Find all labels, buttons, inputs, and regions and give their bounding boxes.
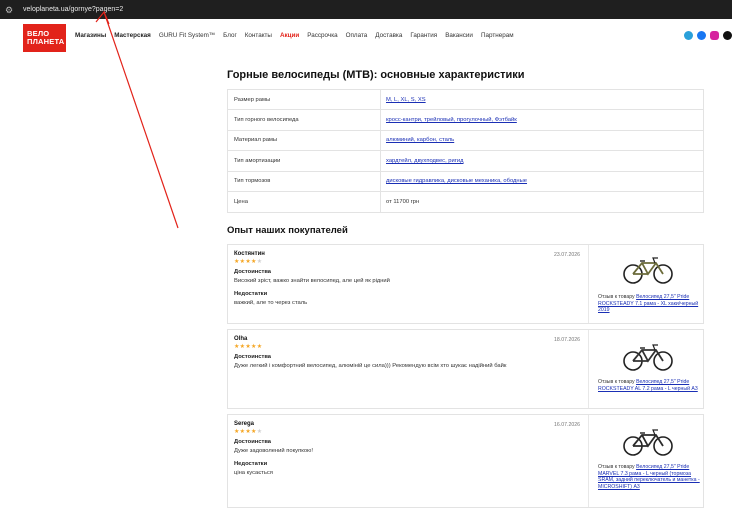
specs-heading: Горные велосипеды (MTB): основные характ…: [227, 69, 525, 81]
review-card: Костянтин ★★★★★ Достоинства Високий зріс…: [227, 244, 704, 324]
review-product: Отзыв к товару Велосипед 27,5" Pride ROC…: [590, 245, 704, 323]
bike-image[interactable]: [622, 425, 674, 457]
nav-item-payment[interactable]: Оплата: [346, 32, 368, 39]
star-empty-icons: ★: [256, 429, 263, 435]
review-body: Костянтин ★★★★★ Достоинства Високий зріс…: [228, 245, 589, 323]
specs-row: Тип тормозов дисковые гидравлика, дисков…: [228, 171, 703, 192]
specs-row: Цена от 11700 грн: [228, 191, 703, 213]
review-product-text: Отзыв к товару Велосипед 27,5" Pride ROC…: [598, 294, 702, 314]
review-card: Olha ★★★★★ Достоинства Дуже легкий і ком…: [227, 329, 704, 409]
nav-item-warranty[interactable]: Гарантия: [410, 32, 437, 39]
review-rating: ★★★★★: [234, 428, 582, 435]
product-prefix: Отзыв к товару: [598, 464, 637, 470]
review-product-text: Отзыв к товару Велосипед 27,5" Pride MAR…: [598, 464, 702, 490]
specs-row: Материал рамы алюминий, карбон, сталь: [228, 130, 703, 152]
review-pros-label: Достоинства: [234, 269, 272, 275]
specs-key: Тип тормозов: [228, 171, 381, 191]
facebook-icon[interactable]: [697, 31, 706, 40]
star-filled-icons: ★★★★★: [234, 344, 263, 350]
url-text[interactable]: veloplaneta.ua/gornye?pagen=2: [23, 6, 123, 13]
nav-item-stores[interactable]: Магазины: [75, 32, 106, 39]
nav-item-partners[interactable]: Партнерам: [481, 32, 514, 39]
review-product: Отзыв к товару Велосипед 27,5" Pride ROC…: [590, 330, 704, 408]
nav-item-installments[interactable]: Рассрочка: [307, 32, 337, 39]
product-prefix: Отзыв к товару: [598, 379, 637, 385]
bike-image[interactable]: [622, 340, 674, 372]
tiktok-icon[interactable]: [723, 31, 732, 40]
review-cons: ціна кусається: [234, 470, 273, 476]
site-settings-icon[interactable]: ⚙: [5, 5, 15, 15]
nav-item-workshop[interactable]: Мастерская: [114, 32, 151, 39]
star-empty-icons: ★: [256, 259, 263, 265]
review-date: 23.07.2026: [554, 252, 580, 258]
review-body: Serega ★★★★★ Достоинства Дуже задоволени…: [228, 415, 589, 507]
product-prefix: Отзыв к товару: [598, 294, 637, 300]
specs-table: Размер рамы M, L, XL, S, XS Тип горного …: [227, 89, 704, 214]
review-body: Olha ★★★★★ Достоинства Дуже легкий і ком…: [228, 330, 589, 408]
nav-item-guru-fit[interactable]: GURU Fit System™: [159, 32, 215, 39]
nav-item-vacancies[interactable]: Вакансии: [445, 32, 473, 39]
review-rating: ★★★★★: [234, 343, 582, 350]
review-pros: Дуже легкий і комфортний велосипед, алюм…: [234, 363, 507, 369]
specs-row: Тип амортизации хардтейл, двухподвес, ри…: [228, 151, 703, 172]
star-filled-icons: ★★★★: [234, 259, 257, 265]
specs-key: Цена: [228, 191, 381, 213]
site-logo[interactable]: ВЕЛО ПЛАНЕТА: [23, 24, 66, 52]
specs-row: Размер рамы M, L, XL, S, XS: [228, 90, 703, 111]
specs-key: Тип горного велосипеда: [228, 110, 381, 130]
specs-value-link[interactable]: M, L, XL, S, XS: [381, 97, 426, 103]
telegram-icon[interactable]: [684, 31, 693, 40]
review-pros: Високий зріст, важко знайти велосипед, а…: [234, 278, 390, 284]
review-pros-label: Достоинства: [234, 439, 272, 445]
review-product-text: Отзыв к товару Велосипед 27,5" Pride ROC…: [598, 379, 702, 392]
nav-item-blog[interactable]: Блог: [223, 32, 237, 39]
specs-value-link[interactable]: дисковые гидравлика, дисковые механика, …: [381, 178, 527, 184]
logo-line-2: ПЛАНЕТА: [27, 37, 65, 46]
specs-row: Тип горного велосипеда кросс-кантри, тре…: [228, 110, 703, 131]
nav-item-contacts[interactable]: Контакты: [245, 32, 272, 39]
nav-item-delivery[interactable]: Доставка: [375, 32, 402, 39]
instagram-icon[interactable]: [710, 31, 719, 40]
review-rating: ★★★★★: [234, 258, 582, 265]
specs-key: Тип амортизации: [228, 151, 381, 171]
review-cons-label: Недостатки: [234, 291, 268, 297]
social-links: [684, 31, 732, 40]
review-cons-label: Недостатки: [234, 461, 268, 467]
review-pros: Дуже задоволений покупкою!: [234, 448, 314, 454]
site-header: ВЕЛО ПЛАНЕТА Магазины Мастерская GURU Fi…: [0, 19, 732, 57]
reviews-heading: Опыт наших покупателей: [227, 225, 348, 236]
review-card: Serega ★★★★★ Достоинства Дуже задоволени…: [227, 414, 704, 508]
specs-key: Материал рамы: [228, 130, 381, 151]
review-author: Костянтин: [234, 251, 265, 257]
bike-image[interactable]: [622, 253, 674, 285]
browser-address-bar[interactable]: ⚙ veloplaneta.ua/gornye?pagen=2: [0, 0, 732, 19]
specs-value-link[interactable]: хардтейл, двухподвес, ригид: [381, 158, 464, 164]
specs-value-link[interactable]: алюминий, карбон, сталь: [381, 137, 454, 143]
review-pros-label: Достоинства: [234, 354, 272, 360]
specs-value-link[interactable]: кросс-кантри, трейловый, прогулочный, Фэ…: [381, 117, 517, 123]
review-author: Serega: [234, 421, 255, 427]
review-date: 16.07.2026: [554, 422, 580, 428]
review-date: 18.07.2026: [554, 337, 580, 343]
review-product: Отзыв к товару Велосипед 27,5" Pride MAR…: [590, 415, 704, 507]
star-filled-icons: ★★★★: [234, 429, 257, 435]
main-nav: Магазины Мастерская GURU Fit System™ Бло…: [75, 32, 522, 39]
review-cons: важкий, але то через сталь: [234, 300, 308, 306]
nav-item-sales[interactable]: Акции: [280, 32, 299, 39]
specs-value: от 11700 грн: [386, 199, 420, 206]
specs-key: Размер рамы: [228, 90, 381, 110]
review-author: Olha: [234, 336, 248, 342]
